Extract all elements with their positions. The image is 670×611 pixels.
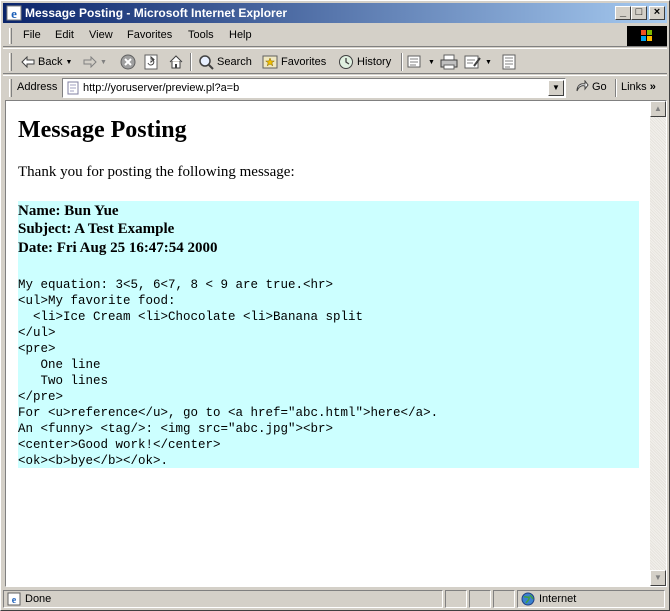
message-date: Date: Fri Aug 25 16:47:54 2000 xyxy=(18,240,218,256)
go-button[interactable]: Go xyxy=(575,80,607,94)
favorites-label: Favorites xyxy=(281,56,327,68)
standard-toolbar: Back ▼ ▼ Search Favorites History ▼ ▼ xyxy=(3,48,667,74)
toolbar-separator xyxy=(401,53,403,71)
zone-pane: Internet xyxy=(517,590,665,608)
vertical-scrollbar[interactable]: ▲ ▼ xyxy=(650,101,666,586)
back-arrow-icon xyxy=(21,56,35,68)
history-label: History xyxy=(357,56,392,68)
message-body: My equation: 3<5, 6<7, 8 < 9 are true.<h… xyxy=(18,278,439,468)
history-button[interactable]: History xyxy=(338,53,391,71)
menu-help[interactable]: Help xyxy=(229,29,252,41)
edit-dropdown-icon[interactable]: ▼ xyxy=(485,59,492,66)
window-title: Message Posting - Microsoft Internet Exp… xyxy=(25,6,288,20)
discuss-button[interactable] xyxy=(502,53,516,71)
forward-dropdown-icon[interactable]: ▼ xyxy=(100,59,107,66)
history-icon xyxy=(339,55,353,69)
menu-tools[interactable]: Tools xyxy=(188,29,214,41)
browser-window: e Message Posting - Microsoft Internet E… xyxy=(0,0,670,611)
zone-text: Internet xyxy=(539,593,577,605)
close-button[interactable]: × xyxy=(649,6,665,20)
back-button[interactable]: Back ▼ xyxy=(21,53,72,71)
addressbar-separator xyxy=(615,79,617,97)
search-label: Search xyxy=(217,56,252,68)
forward-button[interactable]: ▼ xyxy=(83,53,107,71)
stop-button[interactable] xyxy=(120,53,136,71)
edit-page-icon xyxy=(464,55,481,69)
menu-view[interactable]: View xyxy=(89,29,113,41)
status-text: Done xyxy=(25,593,52,605)
message-name: Name: Bun Yue xyxy=(18,203,119,219)
links-toolbar[interactable]: Links » xyxy=(621,81,656,93)
menu-favorites[interactable]: Favorites xyxy=(127,29,172,41)
refresh-button[interactable] xyxy=(144,53,158,71)
printer-icon xyxy=(440,54,458,70)
svg-text:e: e xyxy=(12,595,17,606)
address-label: Address xyxy=(17,81,58,93)
mail-dropdown-icon[interactable]: ▼ xyxy=(428,59,435,66)
status-bar: e Done Internet xyxy=(3,589,667,609)
status-pane xyxy=(469,590,491,608)
message-box: Name: Bun Yue Subject: A Test Example Da… xyxy=(18,201,639,468)
address-url: http://yoruserver/preview.pl?a=b xyxy=(83,82,240,94)
svg-text:e: e xyxy=(11,6,17,21)
refresh-icon xyxy=(144,54,158,70)
scroll-up-button[interactable]: ▲ xyxy=(650,101,666,117)
title-bar[interactable]: e Message Posting - Microsoft Internet E… xyxy=(3,3,667,23)
chevron-right-icon: » xyxy=(649,81,656,93)
edit-button[interactable]: ▼ xyxy=(464,53,492,71)
menubar-grip[interactable] xyxy=(9,28,12,44)
menu-file[interactable]: File xyxy=(23,29,41,41)
globe-icon xyxy=(521,592,535,606)
forward-arrow-icon xyxy=(83,56,97,68)
back-label: Back xyxy=(38,56,63,68)
stop-icon xyxy=(120,54,136,70)
page-viewport[interactable]: Message Posting Thank you for posting th… xyxy=(5,100,667,587)
scroll-down-button[interactable]: ▼ xyxy=(650,570,666,586)
address-bar: Address http://yoruserver/preview.pl?a=b… xyxy=(3,75,667,99)
status-pane xyxy=(445,590,467,608)
menu-edit[interactable]: Edit xyxy=(55,29,74,41)
links-label: Links xyxy=(621,81,647,93)
toolbar-separator xyxy=(190,53,192,71)
ie-icon: e xyxy=(6,5,22,21)
go-label: Go xyxy=(592,81,607,93)
page-done-icon: e xyxy=(7,592,21,606)
page-title: Message Posting xyxy=(18,117,187,143)
print-button[interactable] xyxy=(440,53,458,71)
address-input[interactable]: http://yoruserver/preview.pl?a=b ▼ xyxy=(62,78,566,98)
minimize-button[interactable]: _ xyxy=(615,6,631,20)
windows-logo-icon xyxy=(627,26,667,46)
favorites-button[interactable]: Favorites xyxy=(262,53,326,71)
menu-bar: File Edit View Favorites Tools Help xyxy=(3,25,667,47)
mail-button[interactable]: ▼ xyxy=(407,53,435,71)
discuss-icon xyxy=(502,54,516,70)
message-subject: Subject: A Test Example xyxy=(18,221,175,237)
maximize-button[interactable]: □ xyxy=(631,6,647,20)
mail-icon xyxy=(407,55,421,68)
back-dropdown-icon[interactable]: ▼ xyxy=(65,59,72,66)
search-icon xyxy=(199,55,214,70)
page-content: Message Posting Thank you for posting th… xyxy=(6,101,650,586)
search-button[interactable]: Search xyxy=(198,53,252,71)
addressbar-grip[interactable] xyxy=(9,79,12,97)
home-icon xyxy=(169,55,183,69)
page-icon xyxy=(67,81,79,95)
favorites-icon xyxy=(262,55,278,69)
address-dropdown-button[interactable]: ▼ xyxy=(548,80,564,96)
home-button[interactable] xyxy=(168,53,184,71)
thank-you-text: Thank you for posting the following mess… xyxy=(18,164,295,180)
toolbar-grip[interactable] xyxy=(9,53,12,71)
status-pane xyxy=(493,590,515,608)
status-text-pane: e Done xyxy=(3,590,443,608)
go-arrow-icon xyxy=(576,80,589,92)
